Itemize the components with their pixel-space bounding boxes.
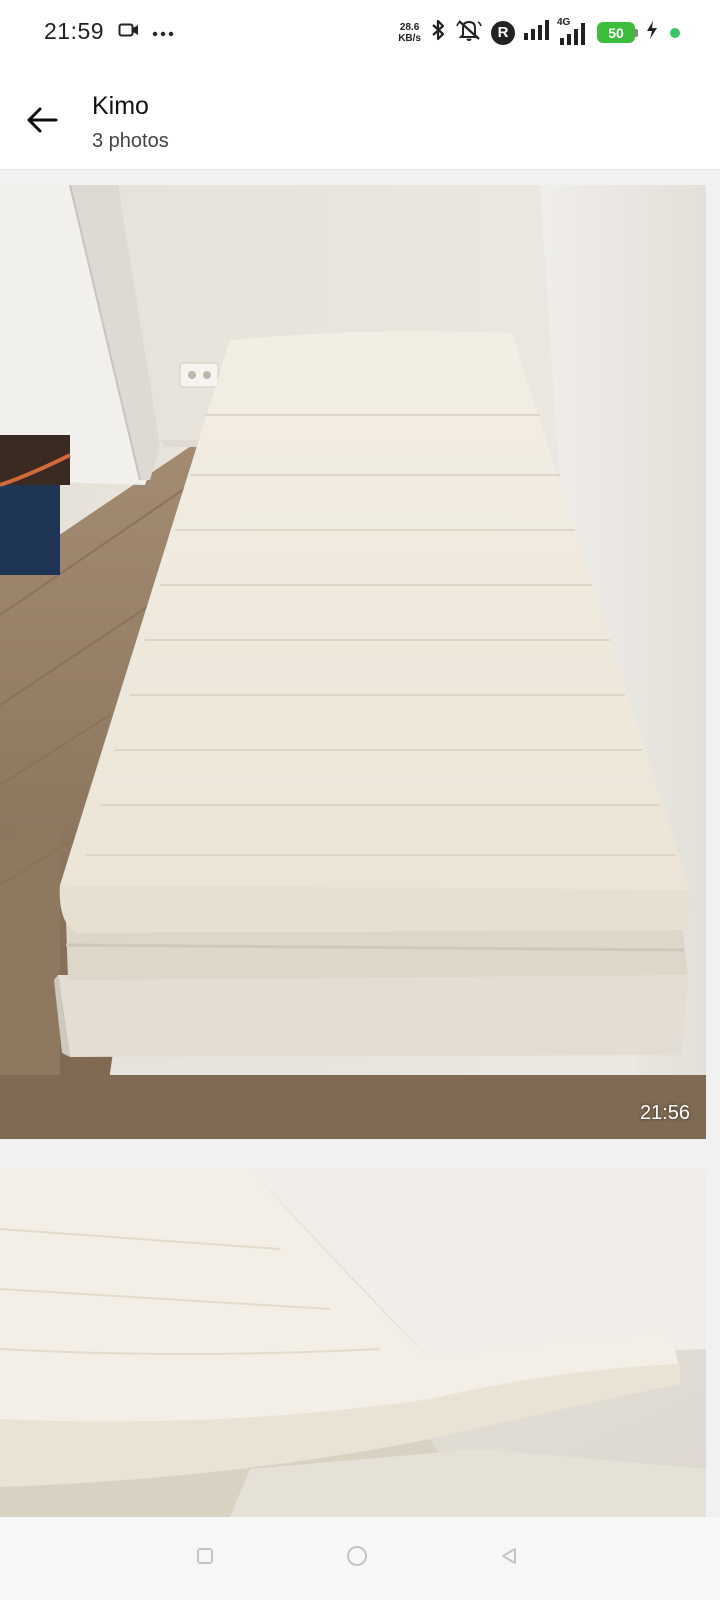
battery: 50 [597, 22, 638, 43]
bed-photo-image [0, 185, 706, 1139]
home-circle-icon [345, 1544, 369, 1573]
status-bar: 21:59 28.6 KB/s R 4G 50 [0, 0, 720, 66]
page-title: Kimo [92, 92, 149, 120]
status-right-icons: 28.6 KB/s R 4G 50 [398, 17, 680, 47]
photo-gallery[interactable]: 21:56 [0, 170, 720, 1517]
photo-timestamp: 21:56 [639, 1102, 690, 1124]
network-speed-value: 28.6 [399, 21, 420, 33]
battery-tip [635, 28, 638, 37]
roaming-badge: R [491, 20, 515, 45]
signal-icon [523, 19, 549, 46]
photo-count: 3 photos [92, 130, 169, 152]
charging-icon [646, 20, 658, 45]
back-button[interactable] [20, 100, 64, 144]
photo-item[interactable]: 21:56 [0, 185, 706, 1139]
arrow-left-icon [26, 106, 58, 139]
mattress-closeup-image [0, 1169, 706, 1517]
recents-square-icon [195, 1546, 215, 1571]
nav-back-button[interactable] [492, 1541, 526, 1575]
bluetooth-icon [429, 18, 447, 47]
signal-4g-icon: 4G [557, 17, 589, 46]
battery-level: 50 [597, 22, 635, 43]
home-button[interactable] [340, 1541, 374, 1575]
more-dots-icon [152, 24, 174, 42]
notifications-muted-icon [455, 18, 483, 47]
back-triangle-icon [499, 1546, 519, 1571]
network-speed-unit: KB/s [398, 32, 421, 44]
status-left-icons [118, 22, 174, 43]
privacy-indicator-dot [670, 27, 680, 38]
photo-item[interactable] [0, 1169, 706, 1517]
system-navigation-bar [0, 1517, 720, 1600]
video-call-icon [118, 22, 140, 43]
app-header: Kimo 3 photos [0, 66, 720, 170]
recents-button[interactable] [188, 1541, 222, 1575]
network-speed: 28.6 KB/s [398, 22, 421, 44]
status-time: 21:59 [44, 18, 105, 44]
